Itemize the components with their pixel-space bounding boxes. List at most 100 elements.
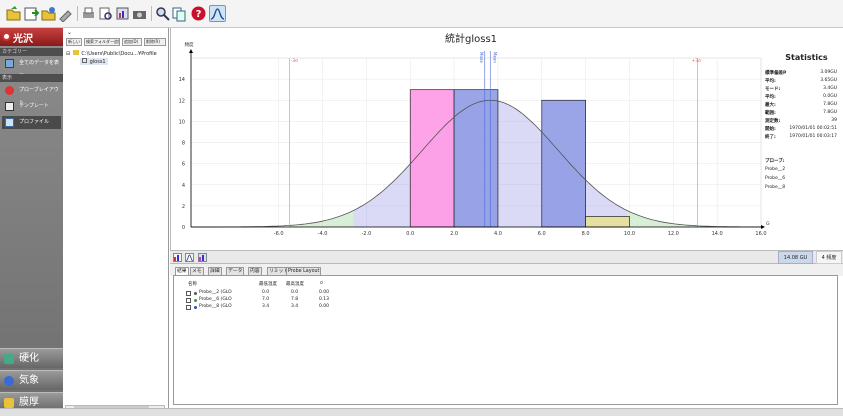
x-tick-label: 0.0 bbox=[406, 231, 414, 237]
weather-button[interactable]: 気象 bbox=[0, 370, 63, 390]
x-tick-label: -6.0 bbox=[274, 231, 284, 237]
print-icon[interactable] bbox=[80, 5, 97, 22]
print-preview-icon[interactable] bbox=[97, 5, 114, 22]
profile-view-icon[interactable] bbox=[209, 5, 226, 22]
nav-item-label: テンプレート bbox=[19, 103, 49, 109]
cell-sigma: 0.13 bbox=[319, 297, 330, 302]
row-checkbox[interactable] bbox=[186, 291, 191, 296]
collapse-chevron-icon[interactable]: ⌄ bbox=[67, 29, 72, 36]
data-icon bbox=[5, 59, 14, 68]
profile-icon bbox=[5, 118, 14, 127]
navigation-pane: 光沢 カテゴリー 全てのデータを表示 表示 プローブレイアウト テンプレート プ… bbox=[0, 28, 63, 416]
chart-area: 統計gloss1 -3σ +3σ Mean Mode -6.0 -4.0 -2.0 0.0 2… bbox=[170, 28, 771, 250]
nav-item-probe-layout[interactable]: プローブレイアウト bbox=[2, 84, 61, 106]
nav-item-label: プロファイル bbox=[19, 119, 50, 125]
nav-item-all-data[interactable]: 全てのデータを表示 bbox=[2, 57, 61, 79]
probe-color-dot bbox=[194, 306, 197, 309]
row-checkbox[interactable] bbox=[186, 305, 191, 310]
tools-icon[interactable] bbox=[57, 5, 74, 23]
histogram-icon[interactable] bbox=[198, 253, 207, 262]
col-header-min: 最低温度 bbox=[259, 282, 277, 287]
y-tick-label: 4 bbox=[182, 183, 185, 189]
minus-3-sigma-label: -3σ bbox=[291, 58, 298, 64]
help-icon[interactable]: ? bbox=[190, 5, 207, 22]
section-category: カテゴリー bbox=[0, 48, 63, 56]
x-tick-label: 8.0 bbox=[582, 231, 590, 237]
weather-icon bbox=[4, 376, 14, 386]
stat-row: モード: 3.4GU bbox=[765, 86, 837, 92]
histogram-bar bbox=[585, 216, 630, 228]
hardening-icon bbox=[4, 354, 14, 364]
stat-row: 終了: 1970/01/01 00:03:17 bbox=[765, 134, 837, 140]
histogram-bar bbox=[453, 89, 499, 228]
hardening-button[interactable]: 硬化 bbox=[0, 348, 63, 368]
toolbar-separator bbox=[151, 6, 152, 21]
cell-name: Probe__6 (GLO bbox=[199, 297, 232, 302]
x-tick-label: 4.0 bbox=[494, 231, 502, 237]
row-checkbox[interactable] bbox=[186, 298, 191, 303]
main-toolbar: ? bbox=[0, 0, 843, 28]
add-search-folder-button[interactable]: 検索フォルダー追加 bbox=[84, 38, 120, 46]
y-tick-label: 0 bbox=[182, 225, 185, 231]
statistics-title: Statistics bbox=[785, 53, 828, 62]
export-icon[interactable] bbox=[23, 5, 40, 22]
svg-text:?: ? bbox=[196, 9, 202, 20]
bottom-button-label: 膜厚 bbox=[19, 397, 39, 408]
histogram-bar bbox=[409, 89, 455, 228]
probe-title: プローブ: bbox=[765, 159, 785, 164]
copy-icon[interactable] bbox=[171, 5, 188, 22]
stat-row: 測定数: 39 bbox=[765, 118, 837, 124]
cell-min: 0.0 bbox=[262, 290, 270, 295]
tree-folder-row[interactable]: ⊟ C:\Users\Public\Docu...¥Profile bbox=[66, 50, 157, 57]
expand-icon[interactable]: ⊟ bbox=[66, 51, 70, 57]
y-tick-label: 10 bbox=[179, 119, 185, 125]
cursor-frequency-readout: 4 頻度 bbox=[816, 251, 842, 264]
cell-max: 7.8 bbox=[291, 297, 299, 302]
x-tick-label: 16.0 bbox=[755, 231, 766, 237]
cell-name: Probe__8 (GLO bbox=[199, 304, 232, 309]
probe-item: Probe__6 bbox=[765, 176, 786, 181]
toolbar-separator bbox=[77, 6, 78, 21]
chart-type-icon[interactable] bbox=[173, 253, 182, 262]
x-tick-label: 6.0 bbox=[538, 231, 546, 237]
cell-min: 3.4 bbox=[262, 304, 270, 309]
camera-icon[interactable] bbox=[131, 5, 148, 22]
col-header-name: 名称 bbox=[188, 282, 197, 287]
open-folder-icon[interactable] bbox=[5, 5, 22, 22]
add-button[interactable]: 追加(D) bbox=[122, 38, 142, 46]
app-name: 光沢 bbox=[13, 34, 33, 45]
table-row[interactable]: Probe__6 (GLO 7.0 7.8 0.13 bbox=[174, 297, 474, 304]
curve-icon[interactable] bbox=[185, 253, 194, 262]
col-header-sigma: σ bbox=[320, 281, 323, 286]
y-tick-label: 6 bbox=[182, 162, 185, 168]
results-table: 名称 最低温度 最高温度 σ Probe__2 (GLO 0.0 0.0 0.0… bbox=[173, 275, 838, 405]
import-icon[interactable] bbox=[40, 5, 57, 22]
template-icon bbox=[5, 102, 14, 111]
x-tick-label: 10.0 bbox=[624, 231, 635, 237]
nav-item-template[interactable]: テンプレート bbox=[2, 100, 61, 113]
section-view: 表示 bbox=[0, 74, 63, 82]
app-logo-icon bbox=[2, 32, 11, 41]
stat-row: 最大: 7.8GU bbox=[765, 102, 837, 108]
x-tick-label: 14.0 bbox=[712, 231, 723, 237]
delete-button[interactable]: 削除(R) bbox=[144, 38, 166, 46]
zoom-icon[interactable] bbox=[154, 5, 171, 22]
tree-item-gloss1[interactable]: gloss1 bbox=[80, 58, 108, 65]
folder-icon bbox=[72, 50, 79, 55]
probe-layout-icon bbox=[5, 86, 14, 95]
file-icon bbox=[82, 58, 87, 63]
x-tick-label: -2.0 bbox=[362, 231, 372, 237]
cell-max: 0.0 bbox=[291, 290, 299, 295]
new-button[interactable]: 新しい bbox=[66, 38, 82, 46]
table-row[interactable]: Probe__2 (GLO 0.0 0.0 0.00 bbox=[174, 290, 474, 297]
mode-label: Mode bbox=[479, 52, 484, 63]
status-bar bbox=[0, 408, 843, 416]
y-axis-arrow bbox=[189, 49, 193, 53]
statistics-panel: Statistics 標準偏差P 3.09GU 平均: 3.65GU モード: 3.4… bbox=[765, 28, 843, 250]
table-row[interactable]: Probe__8 (GLO 3.4 3.4 0.00 bbox=[174, 304, 474, 311]
nav-item-profile[interactable]: プロファイル bbox=[2, 116, 61, 129]
y-tick-label: 8 bbox=[182, 141, 185, 147]
report-icon[interactable] bbox=[114, 5, 131, 22]
col-header-max: 最高温度 bbox=[286, 282, 304, 287]
bottom-button-label: 硬化 bbox=[19, 353, 39, 364]
